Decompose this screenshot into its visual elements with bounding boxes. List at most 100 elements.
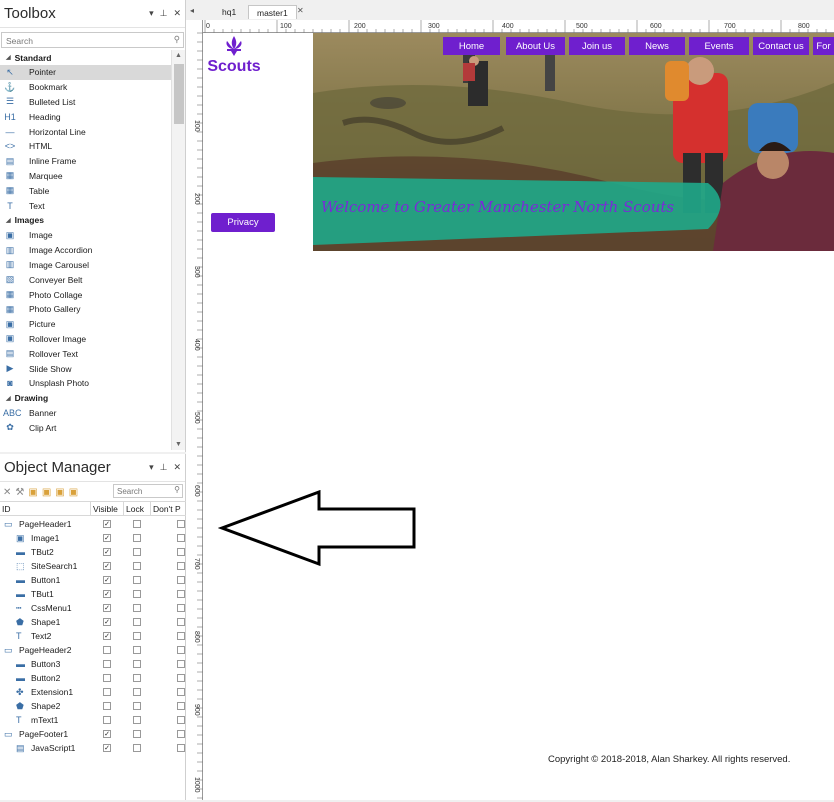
visible-checkbox[interactable]: [103, 674, 111, 682]
object-row[interactable]: ▬ Button2: [0, 671, 186, 685]
object-row[interactable]: ▬ TBut1 ✓: [0, 587, 186, 601]
visible-checkbox[interactable]: ✓: [103, 562, 111, 570]
object-manager-search-input[interactable]: Search ⚲: [113, 484, 183, 498]
dont-publish-checkbox[interactable]: [177, 618, 185, 626]
toolbox-item-bulleted-list[interactable]: ☰ Bulleted List: [0, 95, 171, 110]
scroll-thumb[interactable]: [174, 64, 184, 124]
dont-publish-checkbox[interactable]: [177, 660, 185, 668]
visible-checkbox[interactable]: [103, 702, 111, 710]
tab-master1[interactable]: master1: [248, 5, 297, 19]
hero-image[interactable]: Welcome to Greater Manchester North Scou…: [313, 33, 834, 251]
toolbox-item-banner[interactable]: ABC Banner: [0, 406, 171, 421]
visible-checkbox[interactable]: ✓: [103, 604, 111, 612]
toolbox-item-picture[interactable]: ▣ Picture: [0, 317, 171, 332]
visible-checkbox[interactable]: [103, 716, 111, 724]
dont-publish-checkbox[interactable]: [177, 744, 185, 752]
visible-checkbox[interactable]: ✓: [103, 548, 111, 556]
lock-checkbox[interactable]: [133, 744, 141, 752]
toolbox-item-slide-show[interactable]: ▶ Slide Show: [0, 361, 171, 376]
visible-checkbox[interactable]: ✓: [103, 744, 111, 752]
lock-checkbox[interactable]: [133, 520, 141, 528]
toolbox-item-image-accordion[interactable]: ▥ Image Accordion: [0, 243, 171, 258]
toolbox-group-standard[interactable]: Standard: [0, 50, 171, 65]
column-id[interactable]: ID: [0, 502, 91, 515]
properties-icon[interactable]: ⚒: [15, 487, 24, 498]
visible-checkbox[interactable]: ✓: [103, 632, 111, 640]
object-row[interactable]: ▬ TBut2 ✓: [0, 545, 186, 559]
dont-publish-checkbox[interactable]: [177, 604, 185, 612]
dont-publish-checkbox[interactable]: [177, 646, 185, 654]
object-row[interactable]: ▬ Button3: [0, 657, 186, 671]
nav-button-about-us[interactable]: About Us: [506, 37, 565, 55]
tab-hq1[interactable]: hq1: [214, 5, 244, 19]
toolbox-item-rollover-text[interactable]: ▤ Rollover Text: [0, 346, 171, 361]
pin-icon[interactable]: ⊥: [160, 8, 168, 19]
visible-checkbox[interactable]: ✓: [103, 576, 111, 584]
lock-checkbox[interactable]: [133, 548, 141, 556]
nav-button-home[interactable]: Home: [443, 37, 500, 55]
toolbox-search-input[interactable]: Search ⚲: [1, 32, 184, 48]
lock-checkbox[interactable]: [133, 604, 141, 612]
send-back-icon[interactable]: ▣: [69, 487, 78, 498]
dont-publish-checkbox[interactable]: [177, 562, 185, 570]
toolbox-item-clip-art[interactable]: ✿ Clip Art: [0, 421, 171, 436]
visible-checkbox[interactable]: [103, 646, 111, 654]
column-visible[interactable]: Visible: [91, 502, 124, 515]
scouts-logo[interactable]: Scouts: [204, 35, 264, 79]
toolbox-item-rollover-image[interactable]: ▣ Rollover Image: [0, 332, 171, 347]
dropdown-icon[interactable]: ▾: [149, 8, 154, 19]
pin-icon[interactable]: ⊥: [160, 462, 168, 473]
lock-checkbox[interactable]: [133, 646, 141, 654]
lock-checkbox[interactable]: [133, 618, 141, 626]
privacy-button[interactable]: Privacy: [211, 213, 275, 232]
object-row[interactable]: ▭ PageFooter1 ✓: [0, 727, 186, 741]
dont-publish-checkbox[interactable]: [177, 716, 185, 724]
bring-front-icon[interactable]: ▣: [55, 487, 64, 498]
tab-close-icon[interactable]: ✕: [297, 6, 304, 15]
design-canvas[interactable]: Scouts Welcome to Greater Manchester Nor…: [203, 33, 834, 800]
lock-checkbox[interactable]: [133, 688, 141, 696]
lock-checkbox[interactable]: [133, 534, 141, 542]
toolbox-item-conveyer-belt[interactable]: ▧ Conveyer Belt: [0, 272, 171, 287]
visible-checkbox[interactable]: [103, 688, 111, 696]
dont-publish-checkbox[interactable]: [177, 590, 185, 598]
nav-button-join-us[interactable]: Join us: [569, 37, 625, 55]
toolbox-item-photo-collage[interactable]: ▦ Photo Collage: [0, 287, 171, 302]
visible-checkbox[interactable]: ✓: [103, 520, 111, 528]
dont-publish-checkbox[interactable]: [177, 688, 185, 696]
toolbox-scrollbar[interactable]: ▲ ▼: [171, 50, 185, 450]
object-row[interactable]: ⬟ Shape1 ✓: [0, 615, 186, 629]
object-row[interactable]: TmText1: [0, 713, 186, 727]
toolbox-group-images[interactable]: Images: [0, 213, 171, 228]
scroll-up-icon[interactable]: ▲: [175, 52, 182, 59]
toolbox-item-bookmark[interactable]: ⚓ Bookmark: [0, 80, 171, 95]
column-lock[interactable]: Lock: [124, 502, 151, 515]
visible-checkbox[interactable]: [103, 660, 111, 668]
toolbox-group-drawing[interactable]: Drawing: [0, 391, 171, 406]
visible-checkbox[interactable]: ✓: [103, 534, 111, 542]
nav-button-news[interactable]: News: [629, 37, 685, 55]
group-icon[interactable]: ▣: [28, 487, 37, 498]
visible-checkbox[interactable]: ✓: [103, 730, 111, 738]
object-row[interactable]: ✤ Extension1: [0, 685, 186, 699]
visible-checkbox[interactable]: ✓: [103, 590, 111, 598]
visible-checkbox[interactable]: ✓: [103, 618, 111, 626]
toolbox-item-pointer[interactable]: ↖ Pointer: [0, 65, 171, 80]
object-row[interactable]: ▤ JavaScript1 ✓: [0, 741, 186, 755]
toolbox-item-horizontal-line[interactable]: — Horizontal Line: [0, 124, 171, 139]
lock-checkbox[interactable]: [133, 660, 141, 668]
toolbox-item-inline-frame[interactable]: ▤ Inline Frame: [0, 154, 171, 169]
lock-checkbox[interactable]: [133, 562, 141, 570]
dont-publish-checkbox[interactable]: [177, 520, 185, 528]
toolbox-item-heading[interactable]: H1 Heading: [0, 109, 171, 124]
toolbox-item-image-carousel[interactable]: ▥ Image Carousel: [0, 258, 171, 273]
toolbox-item-html[interactable]: <> HTML: [0, 139, 171, 154]
object-row[interactable]: ▭ PageHeader2: [0, 643, 186, 657]
toolbox-item-photo-gallery[interactable]: ▦ Photo Gallery: [0, 302, 171, 317]
dont-publish-checkbox[interactable]: [177, 534, 185, 542]
dont-publish-checkbox[interactable]: [177, 632, 185, 640]
dont-publish-checkbox[interactable]: [177, 576, 185, 584]
dont-publish-checkbox[interactable]: [177, 674, 185, 682]
close-icon[interactable]: ✕: [173, 8, 181, 19]
delete-icon[interactable]: ✕: [3, 487, 11, 498]
